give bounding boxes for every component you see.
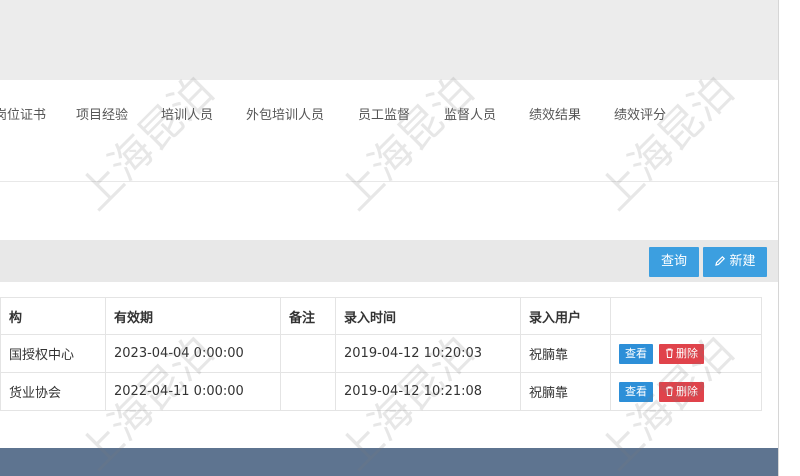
column-header-note: 备注 [280, 297, 336, 335]
trash-icon [666, 386, 673, 396]
tab-outsourced-trainees[interactable]: 外包培训人员 [246, 104, 324, 123]
delete-button[interactable]: 删除 [659, 343, 704, 364]
footer-bar [0, 448, 778, 476]
column-header-org: 构 [0, 297, 106, 335]
new-button-label: 新建 [729, 254, 756, 269]
cell-org: 国授权中心 [0, 334, 106, 373]
column-header-entry-time: 录入时间 [335, 297, 521, 335]
tab-strip: 岗位证书 项目经验 培训人员 外包培训人员 员工监督 监督人员 绩效结果 绩效评… [0, 80, 778, 182]
delete-button[interactable]: 删除 [659, 381, 704, 402]
vertical-scrollbar[interactable] [778, 0, 800, 476]
tab-performance-scoring[interactable]: 绩效评分 [614, 104, 666, 123]
column-header-validity: 有效期 [105, 297, 281, 335]
column-header-actions [610, 297, 762, 335]
trash-icon [666, 348, 673, 358]
table-header-row: 构 有效期 备注 录入时间 录入用户 [0, 297, 762, 335]
cell-entry-time: 2019-04-12 10:20:03 [335, 334, 521, 373]
top-header-bar [0, 0, 778, 80]
tab-employee-supervision[interactable]: 员工监督 [358, 104, 410, 123]
records-table: 构 有效期 备注 录入时间 录入用户 国授权中心 2023-04-04 0:00… [0, 297, 762, 411]
cell-note [280, 334, 336, 373]
tab-performance-results[interactable]: 绩效结果 [529, 104, 581, 123]
cell-entry-user: 祝腩靠 [520, 372, 611, 411]
cell-actions: 查看 删除 [610, 372, 762, 411]
view-button[interactable]: 查看 [619, 381, 653, 402]
cell-entry-user: 祝腩靠 [520, 334, 611, 373]
cell-entry-time: 2019-04-12 10:21:08 [335, 372, 521, 411]
view-button[interactable]: 查看 [619, 343, 653, 364]
cell-note [280, 372, 336, 411]
cell-actions: 查看 删除 [610, 334, 762, 373]
table-row: 国授权中心 2023-04-04 0:00:00 2019-04-12 10:2… [0, 334, 762, 373]
column-header-entry-user: 录入用户 [520, 297, 611, 335]
delete-label: 删除 [676, 384, 698, 398]
cell-validity: 2023-04-04 0:00:00 [105, 334, 281, 373]
tab-supervisors[interactable]: 监督人员 [444, 104, 496, 123]
cell-org: 货业协会 [0, 372, 106, 411]
tab-position-certificate[interactable]: 岗位证书 [0, 104, 46, 123]
new-button[interactable]: 新建 [703, 247, 767, 277]
tab-trainees[interactable]: 培训人员 [161, 104, 213, 123]
table-row: 货业协会 2022-04-11 0:00:00 2019-04-12 10:21… [0, 372, 762, 411]
tab-project-experience[interactable]: 项目经验 [76, 104, 128, 123]
query-button[interactable]: 查询 [649, 247, 699, 277]
delete-label: 删除 [676, 346, 698, 360]
cell-validity: 2022-04-11 0:00:00 [105, 372, 281, 411]
query-button-label: 查询 [660, 254, 687, 269]
pencil-icon [715, 255, 726, 266]
